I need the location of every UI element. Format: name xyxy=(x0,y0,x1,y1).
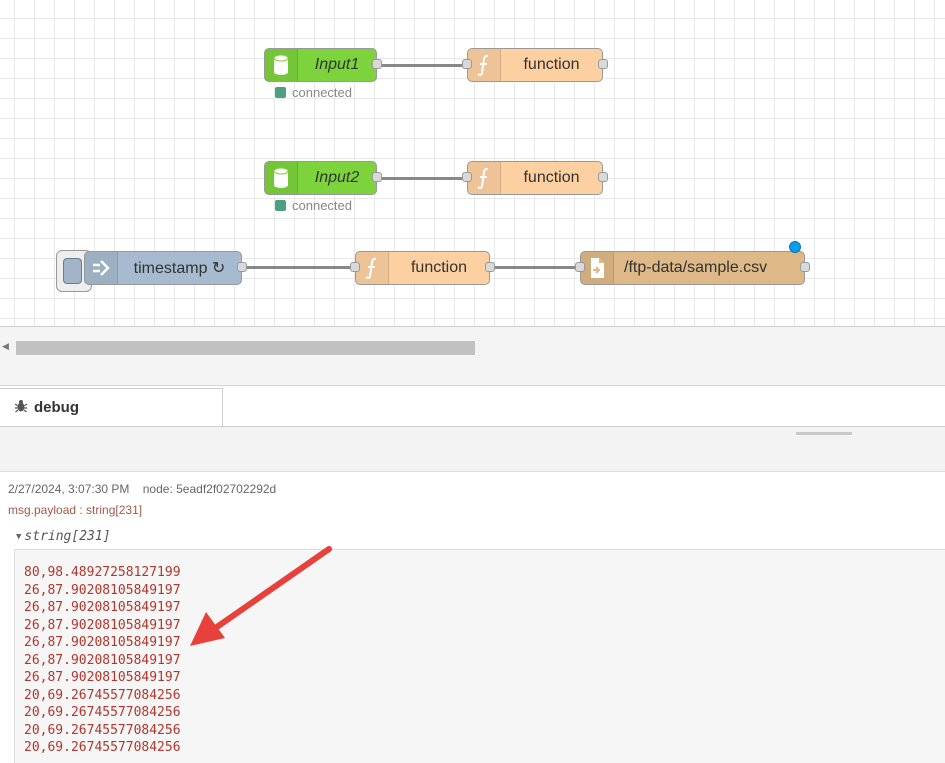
node-timestamp[interactable]: timestamp ↻ xyxy=(84,251,247,285)
node-status: connected xyxy=(275,85,352,100)
function-icon xyxy=(468,162,501,194)
output-port[interactable] xyxy=(598,59,608,69)
input-port[interactable] xyxy=(575,262,585,272)
node-input2[interactable]: Input2 xyxy=(264,161,382,195)
node-label: Input2 xyxy=(314,169,360,186)
sidebar-tabbar: debug xyxy=(0,386,945,427)
output-port[interactable] xyxy=(237,262,247,272)
debug-message-topic[interactable]: msg.payload : string[231] xyxy=(8,503,142,517)
payload-line: 26,87.90208105849197 xyxy=(24,600,181,615)
flow-workspace[interactable]: Input1 connected function Input2 connect… xyxy=(0,0,945,327)
node-function2[interactable]: function xyxy=(462,161,608,195)
tab-debug[interactable]: debug xyxy=(0,388,223,426)
file-write-icon xyxy=(581,252,614,284)
output-port[interactable] xyxy=(598,172,608,182)
wire[interactable] xyxy=(493,266,579,269)
output-port[interactable] xyxy=(372,59,382,69)
node-label: function xyxy=(410,259,468,276)
scrollbar-thumb[interactable] xyxy=(16,341,475,355)
function-icon xyxy=(356,252,389,284)
function-icon xyxy=(468,49,501,81)
scroll-left-icon[interactable]: ◀ xyxy=(2,341,9,352)
wire[interactable] xyxy=(381,177,467,180)
status-text: connected xyxy=(292,85,352,100)
payload-line: 26,87.90208105849197 xyxy=(24,670,181,685)
debug-toolbar xyxy=(0,427,945,472)
payload-line: 20,69.26745577084256 xyxy=(24,722,181,738)
output-port[interactable] xyxy=(372,172,382,182)
node-label: timestamp ↻ xyxy=(133,260,226,277)
caret-down-icon: ▼ xyxy=(16,531,22,542)
payload-toggle[interactable]: ▼ string[231] xyxy=(16,529,111,544)
output-port[interactable] xyxy=(485,262,495,272)
node-input1[interactable]: Input1 xyxy=(264,48,382,82)
database-icon xyxy=(265,49,298,81)
tab-label: debug xyxy=(34,399,79,416)
payload-content: 80,98.48927258127199 26,87.9020810584919… xyxy=(14,549,945,763)
payload-line: 26,87.90208105849197 xyxy=(24,617,181,633)
wire[interactable] xyxy=(381,64,467,67)
bug-icon xyxy=(14,399,28,416)
node-function3[interactable]: function xyxy=(350,251,495,285)
payload-line: 20,69.26745577084256 xyxy=(24,687,181,703)
database-icon xyxy=(265,162,298,194)
resize-grip[interactable] xyxy=(796,432,852,435)
payload-line: 26,87.90208105849197 xyxy=(24,582,181,598)
status-dot xyxy=(275,87,286,98)
workspace-horizontal-scrollbar[interactable]: ◀ xyxy=(0,327,945,386)
node-status: connected xyxy=(275,198,352,213)
payload-type: string[231] xyxy=(24,529,111,544)
payload-line: 80,98.48927258127199 xyxy=(24,565,181,580)
wire[interactable] xyxy=(246,266,354,269)
debug-message-meta: 2/27/2024, 3:07:30 PM node: 5eadf2f02702… xyxy=(8,482,277,496)
node-label: /ftp-data/sample.csv xyxy=(624,259,768,276)
inject-button-face xyxy=(63,258,82,284)
debug-message-area[interactable]: 2/27/2024, 3:07:30 PM node: 5eadf2f02702… xyxy=(0,472,945,763)
node-label: function xyxy=(523,169,580,186)
output-port[interactable] xyxy=(800,262,810,272)
status-text: connected xyxy=(292,198,352,213)
input-port[interactable] xyxy=(462,59,472,69)
inject-arrow-icon xyxy=(85,252,118,284)
status-dot xyxy=(275,200,286,211)
payload-line: 26,87.90208105849197 xyxy=(24,652,181,668)
input-port[interactable] xyxy=(350,262,360,272)
input-port[interactable] xyxy=(462,172,472,182)
node-changed-indicator xyxy=(789,241,801,253)
node-file-write[interactable]: /ftp-data/sample.csv xyxy=(575,251,810,285)
node-label: Input1 xyxy=(314,56,360,73)
payload-line: 20,69.26745577084256 xyxy=(24,740,181,755)
node-label: function xyxy=(523,56,580,73)
payload-line: 20,69.26745577084256 xyxy=(24,705,181,720)
node-function1[interactable]: function xyxy=(462,48,608,82)
payload-line: 26,87.90208105849197 xyxy=(24,635,181,650)
